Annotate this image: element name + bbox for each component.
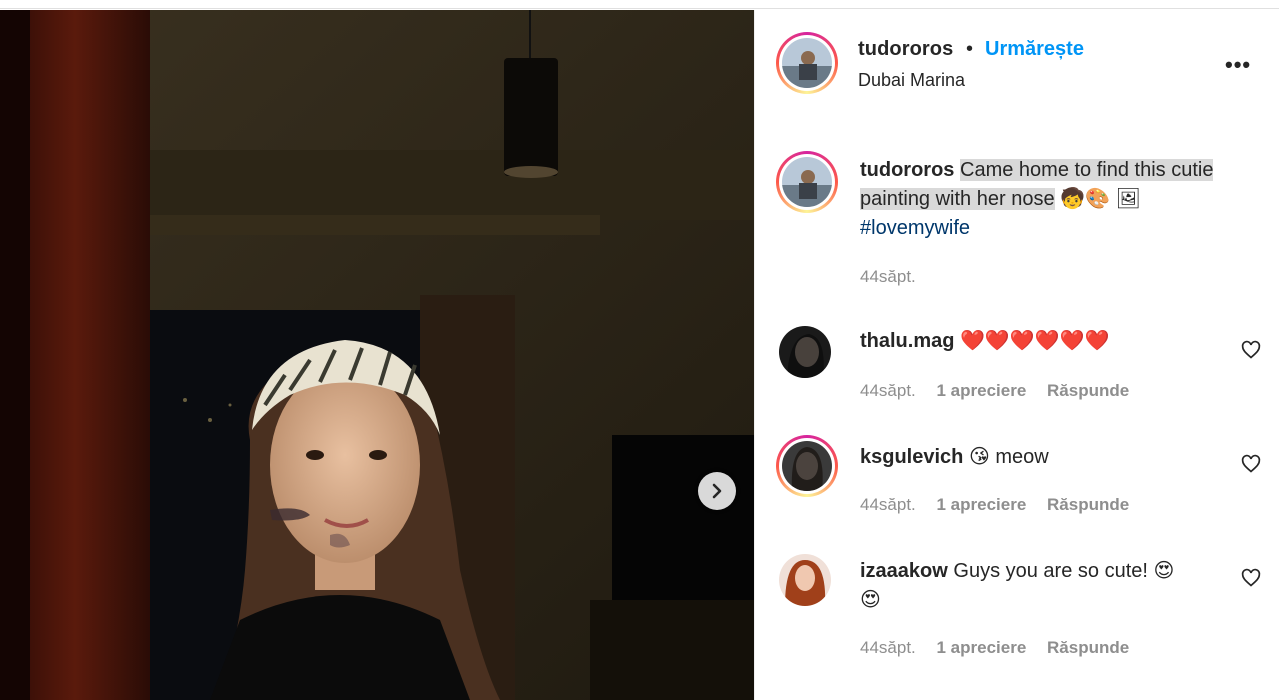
comment-meta-2: 44săpt. 1 apreciere Răspunde: [860, 495, 1145, 515]
comment-time: 44săpt.: [860, 495, 916, 514]
post-side-panel: tudororos • Urmărește Dubai Marina ••• t…: [754, 10, 1279, 700]
comment-time: 44săpt.: [860, 638, 916, 657]
comment-username[interactable]: izaaakow: [860, 560, 948, 582]
comment-username[interactable]: thalu.mag: [860, 330, 954, 352]
separator-dot: •: [966, 38, 974, 60]
comment-avatar[interactable]: [776, 435, 838, 497]
comment-likes[interactable]: 1 apreciere: [937, 381, 1027, 400]
heart-outline-icon[interactable]: [1241, 454, 1261, 479]
comment-avatar[interactable]: [779, 326, 831, 378]
comment-meta-1: 44săpt. 1 apreciere Răspunde: [860, 381, 1145, 401]
chevron-right-icon: [712, 483, 722, 499]
caption-username[interactable]: tudororos: [860, 159, 954, 181]
caption-hashtag[interactable]: #lovemywife: [860, 217, 970, 239]
comment-text-3-line2: 😍: [860, 589, 881, 611]
post-photo: [0, 10, 754, 700]
caption-time: 44săpt.: [860, 267, 916, 286]
author-username[interactable]: tudororos: [858, 38, 953, 61]
comment-username[interactable]: ksgulevich: [860, 446, 963, 468]
comment-text-3: izaaakow Guys you are so cute! 😍: [860, 560, 1175, 582]
heart-outline-icon[interactable]: [1241, 340, 1261, 365]
author-avatar[interactable]: [776, 32, 838, 94]
reply-button[interactable]: Răspunde: [1047, 638, 1129, 657]
caption-emojis: 🧒🎨 🖼: [1060, 188, 1141, 210]
caption-text-line2: painting with her nose: [860, 188, 1055, 210]
top-strip: [0, 0, 1279, 9]
follow-button[interactable]: Urmărește: [985, 38, 1084, 61]
caption-text: Came home to find this cutie: [960, 159, 1214, 181]
post-location[interactable]: Dubai Marina: [858, 70, 965, 91]
more-options-icon[interactable]: •••: [1225, 52, 1251, 78]
comment-time: 44săpt.: [860, 381, 916, 400]
comment-text-1: thalu.mag ❤️❤️❤️❤️❤️❤️: [860, 330, 1110, 352]
comment-likes[interactable]: 1 apreciere: [937, 638, 1027, 657]
comment-text-2: ksgulevich 😘 meow: [860, 446, 1049, 468]
reply-button[interactable]: Răspunde: [1047, 495, 1129, 514]
heart-outline-icon[interactable]: [1241, 568, 1261, 593]
caption-author-avatar[interactable]: [776, 151, 838, 213]
comment-likes[interactable]: 1 apreciere: [937, 495, 1027, 514]
reply-button[interactable]: Răspunde: [1047, 381, 1129, 400]
post-caption: tudororos Came home to find this cutie p…: [860, 156, 1260, 243]
next-photo-button[interactable]: [698, 472, 736, 510]
comment-meta-3: 44săpt. 1 apreciere Răspunde: [860, 638, 1145, 658]
comment-avatar[interactable]: [779, 554, 831, 606]
